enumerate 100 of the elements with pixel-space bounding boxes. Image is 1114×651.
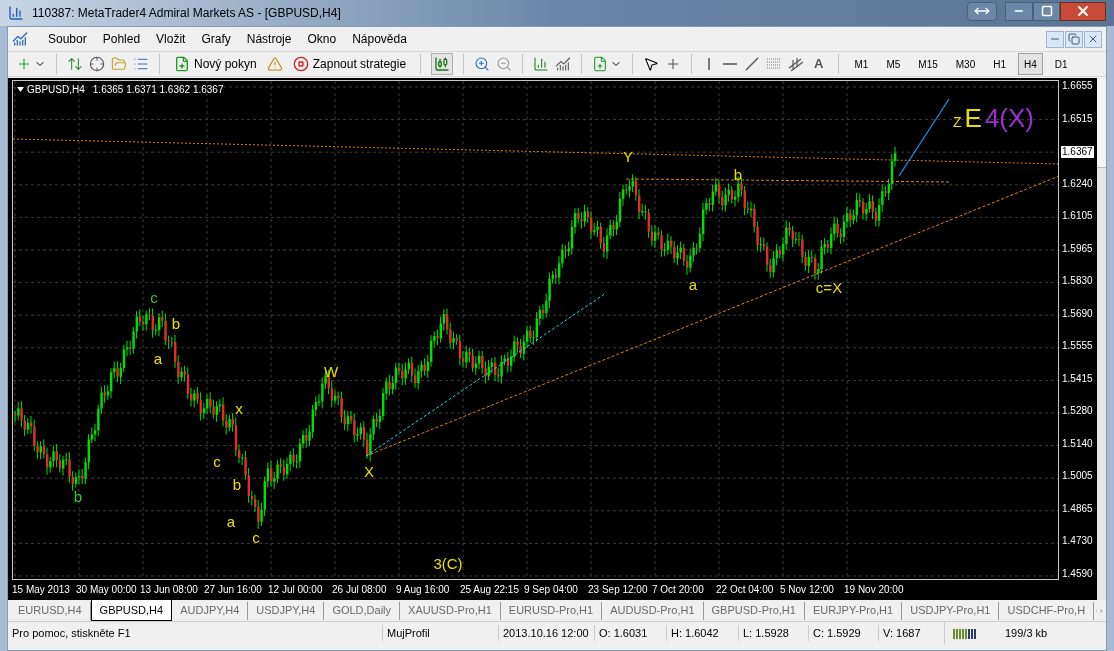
- new-document-icon[interactable]: [174, 56, 190, 72]
- wave-label: a: [226, 513, 236, 529]
- timeframe-button[interactable]: M30: [949, 53, 982, 75]
- chart-tab[interactable]: USDJPY,H4: [248, 601, 325, 620]
- menu-item[interactable]: Grafy: [193, 27, 239, 51]
- window-title: 110387: MetaTrader4 Admiral Markets AS - [GBPUSD,H4]: [32, 5, 341, 22]
- high-price: H: 1.6042: [666, 624, 738, 642]
- timeframe-button[interactable]: H4: [1018, 53, 1043, 75]
- volume: V: 1687: [878, 624, 944, 642]
- maximize-icon[interactable]: [1040, 5, 1053, 17]
- chart-window-icon[interactable]: [12, 31, 28, 47]
- chart-tab[interactable]: GOLD,Daily: [324, 601, 401, 620]
- resize-button[interactable]: [967, 1, 997, 21]
- new-chart-icon[interactable]: [16, 56, 32, 72]
- time-axis-label: 15 May 2013: [12, 583, 71, 597]
- time-axis-label: 27 Jun 16:00: [204, 583, 263, 597]
- chart-tab[interactable]: GBPUSD-Pro,H1: [703, 601, 805, 620]
- menu-item[interactable]: Vložit: [148, 27, 194, 51]
- wave-label: b: [73, 488, 83, 504]
- close-button[interactable]: [1060, 1, 1106, 21]
- list-icon[interactable]: [133, 56, 149, 72]
- timeframe-button[interactable]: M1: [848, 53, 875, 75]
- price-axis-label: 1.5830: [1062, 275, 1094, 288]
- caret-icon[interactable]: [17, 87, 24, 92]
- symbol-label[interactable]: GBPUSD,H4: [17, 82, 85, 97]
- menu-item[interactable]: Nástroje: [238, 27, 300, 51]
- price-axis-label: 1.5140: [1062, 437, 1094, 450]
- low-price: L: 1.5928: [738, 624, 808, 642]
- wave-label: Z: [953, 113, 962, 132]
- channel-icon[interactable]: [788, 56, 805, 72]
- connection-bars-icon: [953, 627, 977, 639]
- time-axis-label: 30 May 00:00: [76, 583, 138, 597]
- price-axis-label: 1.6515: [1062, 112, 1094, 125]
- chart-tab[interactable]: XAUUSD-Pro,H1: [400, 601, 501, 620]
- timeframe-button[interactable]: D1: [1048, 53, 1074, 75]
- scrollbar[interactable]: [1097, 78, 1106, 600]
- wave-label: 3(C): [433, 555, 463, 571]
- open-price: O: 1.6031: [594, 624, 666, 642]
- stop-icon[interactable]: [292, 56, 309, 72]
- timeframe-button[interactable]: M5: [880, 53, 907, 75]
- wave-label: b: [171, 315, 181, 331]
- price-axis-label: 1.6240: [1062, 177, 1094, 190]
- chart-tab[interactable]: USDCHF-Pro,H: [999, 601, 1095, 620]
- bar-time: 2013.10.16 12:00: [498, 624, 594, 642]
- template-icon[interactable]: [592, 56, 609, 72]
- folder-icon[interactable]: [111, 56, 127, 72]
- strategies-button[interactable]: Zapnout strategie: [288, 55, 411, 73]
- warning-icon[interactable]: [266, 56, 283, 72]
- time-axis-label: 19 Nov 20:00: [844, 583, 905, 597]
- trend-line-icon[interactable]: [744, 56, 761, 72]
- chart-tab[interactable]: EURUSD-Pro,H1: [500, 601, 603, 620]
- new-order-button[interactable]: Nový pokyn: [170, 55, 261, 73]
- price-axis-label: 1.4730: [1062, 535, 1094, 548]
- traffic-counter: 199/3 kb: [1004, 625, 1049, 641]
- maximize-button[interactable]: [1033, 1, 1060, 21]
- time-axis-label: 23 Sep 12:00: [588, 583, 649, 597]
- chart-tab[interactable]: AUDJPY,H4: [172, 601, 249, 620]
- time-axis-label: 26 Jul 08:00: [332, 583, 388, 597]
- profile-name: MujProfil: [382, 624, 498, 642]
- time-axis-label: 9 Sep 04:00: [524, 583, 579, 597]
- zoom-out-icon[interactable]: [496, 56, 513, 72]
- wave-label: X: [364, 463, 374, 479]
- wave-label: c=X: [815, 279, 843, 295]
- price-axis-label: 1.6105: [1062, 210, 1094, 223]
- wave-label: b: [733, 166, 743, 182]
- zoom-in-icon[interactable]: [474, 56, 491, 72]
- cursor-icon[interactable]: [643, 56, 660, 72]
- chart-tab[interactable]: EURJPY-Pro,H1: [804, 601, 903, 620]
- menu-item[interactable]: Soubor: [40, 27, 95, 51]
- crosshair-icon[interactable]: [89, 56, 105, 72]
- close-price: C: 1.5929: [808, 624, 878, 642]
- menu-item[interactable]: Okno: [299, 27, 345, 51]
- price-axis-label: 1.6655: [1062, 80, 1094, 92]
- price-axis-label: 1.5005: [1062, 470, 1094, 483]
- wave-label: a: [153, 350, 163, 366]
- menu-item[interactable]: Nápověda: [344, 27, 415, 51]
- wave-label: a: [688, 276, 698, 292]
- wave-label: Y: [623, 148, 633, 164]
- chart-tab[interactable]: AUDUSD-Pro,H1: [602, 601, 704, 620]
- time-axis-label: 7 Oct 20:00: [652, 583, 705, 597]
- price-axis-label: 1.4590: [1062, 567, 1094, 580]
- price-axis-label: 1.4865: [1062, 502, 1094, 515]
- close-icon[interactable]: [1075, 3, 1091, 19]
- timeframe-button[interactable]: H1: [987, 53, 1012, 75]
- minimize-button[interactable]: [1005, 1, 1033, 21]
- chart-tab[interactable]: GBPUSD,H4: [90, 600, 173, 621]
- time-axis-label: 12 Jul 00:00: [268, 583, 324, 597]
- chart-tab[interactable]: EURUSD,H4: [10, 601, 91, 620]
- wave-label: E: [964, 102, 982, 135]
- current-price-label: 1.6367: [1061, 146, 1094, 158]
- chart-tab[interactable]: USDJPY-Pro,H1: [902, 601, 1000, 620]
- app-icon: [8, 5, 24, 21]
- wave-label: c: [213, 453, 221, 469]
- menu-item[interactable]: Pohled: [94, 27, 149, 51]
- price-axis-label: 1.5415: [1062, 372, 1094, 385]
- time-axis-label: 5 Nov 12:00: [780, 583, 835, 597]
- price-axis-label: 1.5690: [1062, 307, 1094, 320]
- text-tool-button[interactable]: A: [810, 54, 828, 74]
- timeframe-button[interactable]: M15: [912, 53, 944, 75]
- wave-label: 4(X): [984, 102, 1035, 135]
